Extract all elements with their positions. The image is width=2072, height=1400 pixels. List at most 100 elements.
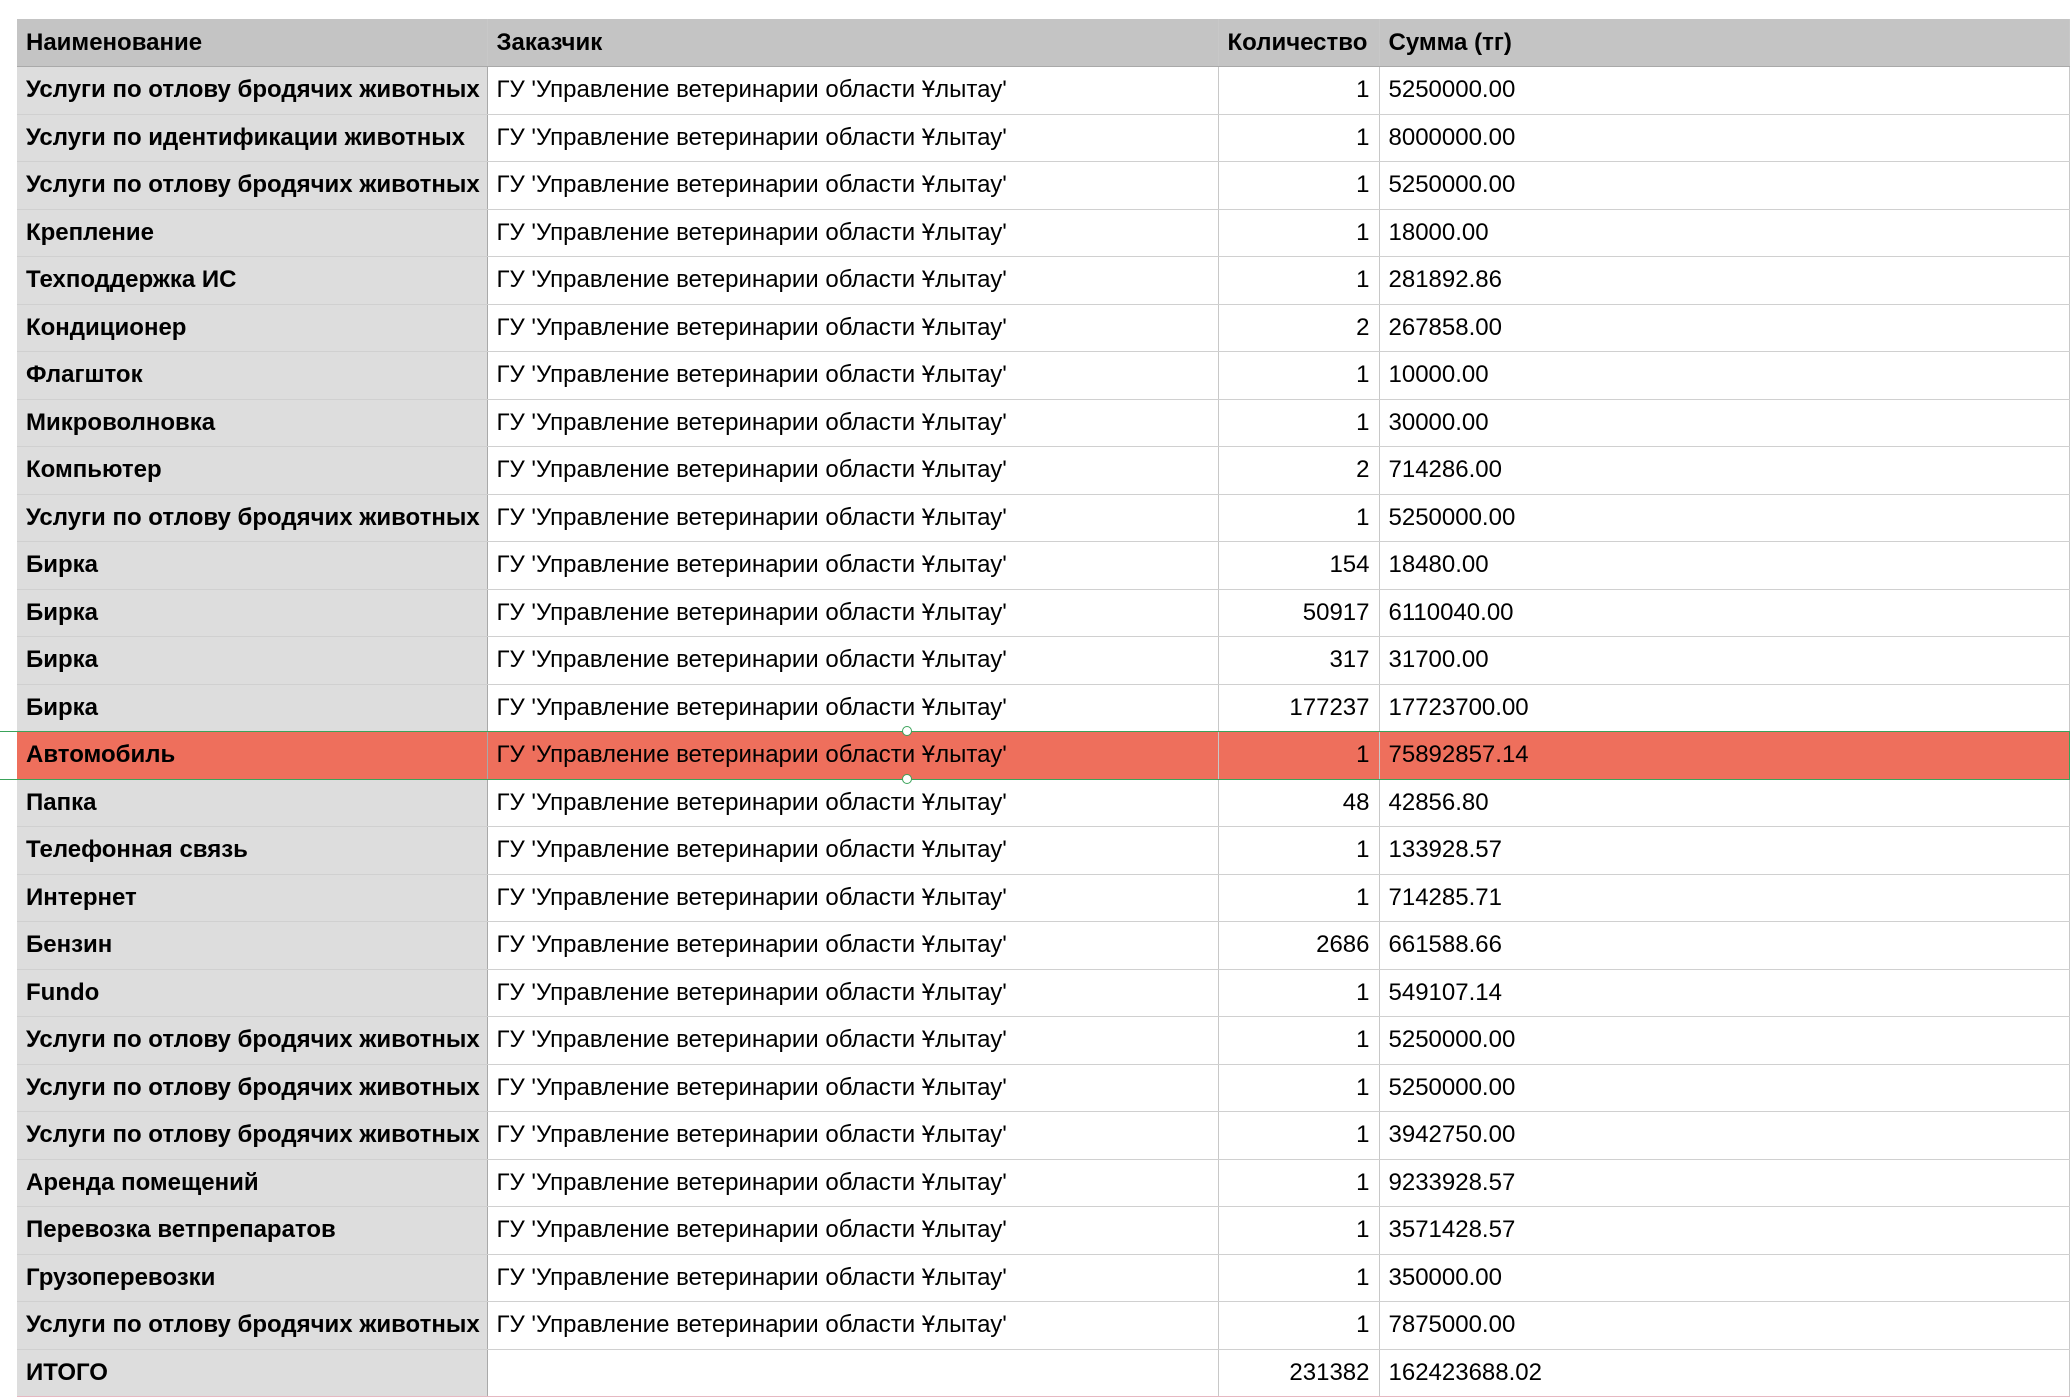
table-row[interactable]: Услуги по отлову бродячих животных ГУ 'Уп… bbox=[17, 1301, 2070, 1350]
cell-quantity[interactable]: 2686 bbox=[1218, 921, 1380, 970]
cell-customer[interactable]: ГУ 'Управление ветеринарии области Ұлыта… bbox=[487, 589, 1219, 637]
cell-name[interactable]: Аренда помещений bbox=[17, 1159, 488, 1207]
cell-quantity[interactable]: 1 bbox=[1218, 351, 1380, 400]
table-row[interactable]: Услуги по отлову бродячих животных ГУ 'Уп… bbox=[17, 66, 2070, 115]
table-row[interactable]: Аренда помещений ГУ 'Управление ветеринар… bbox=[17, 1159, 2070, 1207]
cell-quantity[interactable]: 177237 bbox=[1218, 684, 1380, 732]
cell-sum[interactable]: 18480.00 bbox=[1379, 541, 2070, 590]
table-row[interactable]: Интернет ГУ 'Управление ветеринарии облас… bbox=[17, 874, 2070, 922]
cell-name[interactable]: Fundo bbox=[17, 969, 488, 1017]
table-row[interactable]: Услуги по идентификации животных ГУ 'Упра… bbox=[17, 114, 2070, 162]
cell-name[interactable]: Автомобиль bbox=[17, 731, 488, 780]
cell-quantity[interactable]: 317 bbox=[1218, 636, 1380, 685]
cell-name[interactable]: Телефонная связь bbox=[17, 826, 488, 875]
cell-quantity[interactable]: 1 bbox=[1218, 209, 1380, 257]
table-total-row[interactable]: ИТОГО 231382 162423688.02 bbox=[17, 1349, 2070, 1397]
cell-sum[interactable]: 7875000.00 bbox=[1379, 1301, 2070, 1350]
table-row[interactable]: Услуги по отлову бродячих животных ГУ 'Уп… bbox=[17, 1064, 2070, 1112]
cell-customer[interactable]: ГУ 'Управление ветеринарии области Ұлыта… bbox=[487, 256, 1219, 305]
table-row[interactable]: Услуги по отлову бродячих животных ГУ 'Уп… bbox=[17, 1016, 2070, 1065]
cell-customer[interactable]: ГУ 'Управление ветеринарии области Ұлыта… bbox=[487, 684, 1219, 732]
cell-name[interactable]: Услуги по идентификации животных bbox=[17, 114, 488, 162]
column-header-quantity[interactable]: Количество bbox=[1218, 19, 1380, 67]
cell-sum[interactable]: 10000.00 bbox=[1379, 351, 2070, 400]
cell-quantity[interactable]: 1 bbox=[1218, 1016, 1380, 1065]
cell-name[interactable]: Услуги по отлову бродячих животных bbox=[17, 1064, 488, 1112]
table-row[interactable]: Папка ГУ 'Управление ветеринарии области … bbox=[17, 779, 2070, 827]
cell-customer[interactable]: ГУ 'Управление ветеринарии области Ұлыта… bbox=[487, 779, 1219, 827]
cell-name[interactable]: Бирка bbox=[17, 636, 488, 685]
cell-quantity[interactable]: 1 bbox=[1218, 874, 1380, 922]
cell-customer[interactable]: ГУ 'Управление ветеринарии области Ұлыта… bbox=[487, 731, 1219, 780]
table-row[interactable]: Крепление ГУ 'Управление ветеринарии обла… bbox=[17, 209, 2070, 257]
cell-customer[interactable]: ГУ 'Управление ветеринарии области Ұлыта… bbox=[487, 1064, 1219, 1112]
cell-sum[interactable]: 31700.00 bbox=[1379, 636, 2070, 685]
cell-sum[interactable]: 714285.71 bbox=[1379, 874, 2070, 922]
column-header-name[interactable]: Наименование bbox=[17, 19, 488, 67]
cell-customer[interactable]: ГУ 'Управление ветеринарии области Ұлыта… bbox=[487, 1301, 1219, 1350]
cell-quantity[interactable]: 1 bbox=[1218, 1254, 1380, 1302]
cell-quantity[interactable]: 154 bbox=[1218, 541, 1380, 590]
cell-quantity[interactable]: 1 bbox=[1218, 161, 1380, 210]
cell-quantity[interactable]: 1 bbox=[1218, 1206, 1380, 1255]
cell-customer[interactable]: ГУ 'Управление ветеринарии области Ұлыта… bbox=[487, 541, 1219, 590]
cell-quantity[interactable]: 1 bbox=[1218, 494, 1380, 542]
column-header-customer[interactable]: Заказчик bbox=[487, 19, 1219, 67]
cell-sum[interactable]: 30000.00 bbox=[1379, 399, 2070, 447]
cell-quantity[interactable]: 1 bbox=[1218, 114, 1380, 162]
table-row[interactable]: Fundo ГУ 'Управление ветеринарии области … bbox=[17, 969, 2070, 1017]
cell-sum[interactable]: 3571428.57 bbox=[1379, 1206, 2070, 1255]
cell-customer[interactable]: ГУ 'Управление ветеринарии области Ұлыта… bbox=[487, 1016, 1219, 1065]
selection-handle-top[interactable] bbox=[902, 725, 913, 736]
table-row[interactable]: Услуги по отлову бродячих животных ГУ 'Уп… bbox=[17, 494, 2070, 542]
cell-name[interactable]: Техподдержка ИС bbox=[17, 256, 488, 305]
cell-sum[interactable]: 18000.00 bbox=[1379, 209, 2070, 257]
cell-sum[interactable]: 133928.57 bbox=[1379, 826, 2070, 875]
cell-quantity[interactable]: 50917 bbox=[1218, 589, 1380, 637]
cell-customer[interactable]: ГУ 'Управление ветеринарии области Ұлыта… bbox=[487, 1254, 1219, 1302]
cell-name[interactable]: Услуги по отлову бродячих животных bbox=[17, 1301, 488, 1350]
cell-name[interactable]: Компьютер bbox=[17, 446, 488, 495]
cell-sum[interactable]: 162423688.02 bbox=[1379, 1349, 2070, 1397]
cell-name[interactable]: Кондиционер bbox=[17, 304, 488, 352]
cell-customer[interactable]: ГУ 'Управление ветеринарии области Ұлыта… bbox=[487, 921, 1219, 970]
cell-quantity[interactable]: 48 bbox=[1218, 779, 1380, 827]
cell-sum[interactable]: 350000.00 bbox=[1379, 1254, 2070, 1302]
cell-customer[interactable]: ГУ 'Управление ветеринарии области Ұлыта… bbox=[487, 446, 1219, 495]
cell-quantity[interactable]: 1 bbox=[1218, 826, 1380, 875]
cell-customer[interactable]: ГУ 'Управление ветеринарии области Ұлыта… bbox=[487, 351, 1219, 400]
table-row[interactable]: Бирка ГУ 'Управление ветеринарии области … bbox=[17, 636, 2070, 685]
table-row[interactable]: Бирка ГУ 'Управление ветеринарии области … bbox=[17, 541, 2070, 590]
cell-customer[interactable]: ГУ 'Управление ветеринарии области Ұлыта… bbox=[487, 826, 1219, 875]
cell-name[interactable]: Флагшток bbox=[17, 351, 488, 400]
cell-name[interactable]: Перевозка ветпрепаратов bbox=[17, 1206, 488, 1255]
cell-quantity[interactable]: 1 bbox=[1218, 731, 1380, 780]
cell-sum[interactable]: 5250000.00 bbox=[1379, 494, 2070, 542]
table-row[interactable]: Бирка ГУ 'Управление ветеринарии области … bbox=[17, 589, 2070, 637]
cell-sum[interactable]: 281892.86 bbox=[1379, 256, 2070, 305]
cell-customer[interactable]: ГУ 'Управление ветеринарии области Ұлыта… bbox=[487, 304, 1219, 352]
cell-customer[interactable]: ГУ 'Управление ветеринарии области Ұлыта… bbox=[487, 161, 1219, 210]
table-row[interactable]: Услуги по отлову бродячих животных ГУ 'Уп… bbox=[17, 161, 2070, 210]
cell-customer[interactable]: ГУ 'Управление ветеринарии области Ұлыта… bbox=[487, 1206, 1219, 1255]
cell-quantity[interactable]: 1 bbox=[1218, 969, 1380, 1017]
cell-sum[interactable]: 3942750.00 bbox=[1379, 1111, 2070, 1160]
table-row[interactable]: Перевозка ветпрепаратов ГУ 'Управление ве… bbox=[17, 1206, 2070, 1255]
cell-customer[interactable]: ГУ 'Управление ветеринарии области Ұлыта… bbox=[487, 636, 1219, 685]
cell-customer[interactable]: ГУ 'Управление ветеринарии области Ұлыта… bbox=[487, 494, 1219, 542]
cell-sum[interactable]: 5250000.00 bbox=[1379, 161, 2070, 210]
table-row[interactable]: Услуги по отлову бродячих животных ГУ 'Уп… bbox=[17, 1111, 2070, 1160]
cell-customer[interactable]: ГУ 'Управление ветеринарии области Ұлыта… bbox=[487, 1159, 1219, 1207]
column-header-sum[interactable]: Сумма (тг) bbox=[1379, 19, 2070, 67]
cell-name[interactable]: Бирка bbox=[17, 541, 488, 590]
cell-customer[interactable]: ГУ 'Управление ветеринарии области Ұлыта… bbox=[487, 969, 1219, 1017]
cell-customer[interactable]: ГУ 'Управление ветеринарии области Ұлыта… bbox=[487, 1111, 1219, 1160]
cell-name[interactable]: Бензин bbox=[17, 921, 488, 970]
table-row[interactable]: Компьютер ГУ 'Управление ветеринарии обла… bbox=[17, 446, 2070, 495]
cell-sum[interactable]: 8000000.00 bbox=[1379, 114, 2070, 162]
cell-sum[interactable]: 6110040.00 bbox=[1379, 589, 2070, 637]
cell-customer[interactable]: ГУ 'Управление ветеринарии области Ұлыта… bbox=[487, 66, 1219, 115]
cell-name[interactable]: Услуги по отлову бродячих животных bbox=[17, 161, 488, 210]
cell-name[interactable]: Услуги по отлову бродячих животных bbox=[17, 66, 488, 115]
cell-quantity[interactable]: 1 bbox=[1218, 1159, 1380, 1207]
